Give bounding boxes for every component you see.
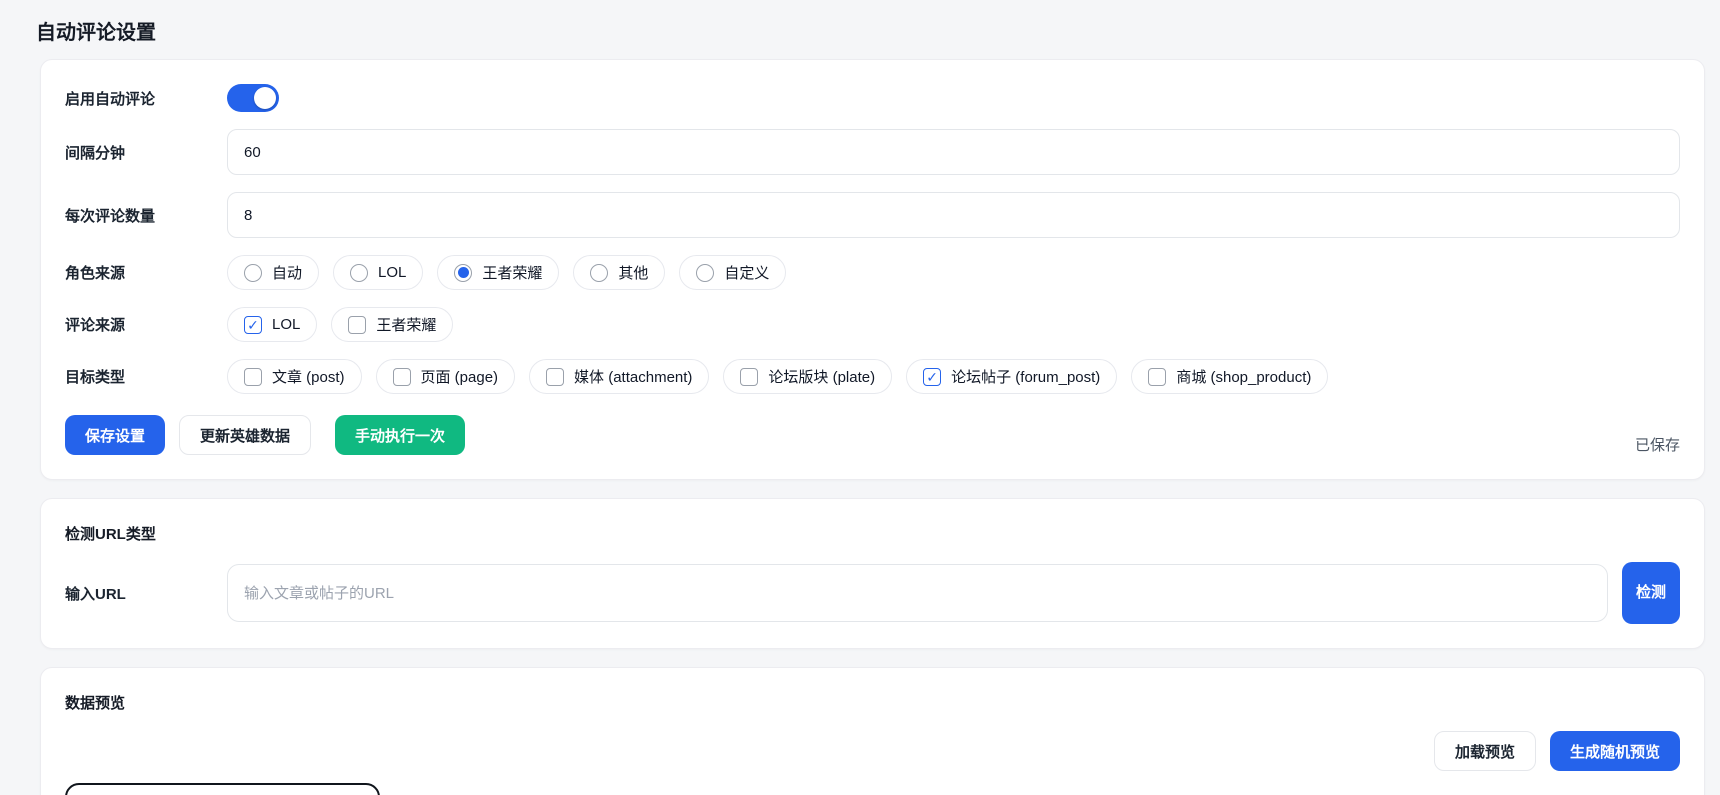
checkbox-icon	[546, 368, 564, 386]
checkbox-icon	[923, 368, 941, 386]
interval-row: 间隔分钟	[65, 129, 1680, 175]
checkbox-icon	[393, 368, 411, 386]
radio-icon	[244, 264, 262, 282]
comment-source-options: LOL 王者荣耀	[227, 307, 453, 342]
load-preview-button[interactable]: 加载预览	[1434, 731, 1536, 771]
checkbox-comment-lol[interactable]: LOL	[227, 307, 317, 342]
role-source-options: 自动 LOL 王者荣耀 其他 自定义	[227, 255, 786, 290]
page-title: 自动评论设置	[0, 0, 1720, 59]
checkbox-icon	[740, 368, 758, 386]
target-type-options: 文章 (post) 页面 (page) 媒体 (attachment) 论坛版块…	[227, 359, 1328, 394]
url-check-card: 检测URL类型 输入URL 检测	[40, 498, 1705, 649]
detect-button[interactable]: 检测	[1622, 562, 1680, 624]
radio-label: 自定义	[724, 262, 769, 283]
checkbox-label: 论坛帖子 (forum_post)	[951, 366, 1100, 387]
target-type-label: 目标类型	[65, 366, 227, 387]
comment-source-row: 评论来源 LOL 王者荣耀	[65, 307, 1680, 342]
radio-label: 自动	[272, 262, 302, 283]
radio-icon	[454, 264, 472, 282]
enable-toggle[interactable]	[227, 84, 279, 112]
checkbox-icon	[244, 316, 262, 334]
checkbox-label: 媒体 (attachment)	[574, 366, 692, 387]
checkbox-label: 文章 (post)	[272, 366, 345, 387]
radio-icon	[696, 264, 714, 282]
url-input-label: 输入URL	[65, 583, 227, 604]
comment-source-label: 评论来源	[65, 314, 227, 335]
checkbox-label: LOL	[272, 316, 300, 333]
checkbox-icon	[348, 316, 366, 334]
interval-input[interactable]	[227, 129, 1680, 175]
radio-role-wzry[interactable]: 王者荣耀	[437, 255, 559, 290]
url-input[interactable]	[227, 564, 1608, 622]
run-once-button[interactable]: 手动执行一次	[335, 415, 465, 455]
data-preview-title: 数据预览	[65, 692, 1680, 713]
checkbox-comment-wzry[interactable]: 王者荣耀	[331, 307, 453, 342]
save-settings-button[interactable]: 保存设置	[65, 415, 165, 455]
radio-label: LOL	[378, 264, 406, 281]
checkbox-target-page[interactable]: 页面 (page)	[376, 359, 516, 394]
checkbox-label: 王者荣耀	[376, 314, 436, 335]
target-type-row: 目标类型 文章 (post) 页面 (page) 媒体 (attachment)…	[65, 359, 1680, 394]
count-label: 每次评论数量	[65, 205, 227, 226]
enable-row: 启用自动评论	[65, 84, 1680, 112]
hero-stats-box: LOL英雄：172，王者英雄：128，词库：125	[65, 783, 380, 795]
radio-icon	[350, 264, 368, 282]
count-input[interactable]	[227, 192, 1680, 238]
checkbox-icon	[1148, 368, 1166, 386]
url-check-title: 检测URL类型	[65, 523, 1680, 544]
update-hero-data-button[interactable]: 更新英雄数据	[179, 415, 311, 455]
saved-status: 已保存	[1635, 434, 1680, 455]
generate-random-preview-button[interactable]: 生成随机预览	[1550, 731, 1680, 771]
preview-actions: 加载预览 生成随机预览	[65, 731, 1680, 771]
radio-role-lol[interactable]: LOL	[333, 255, 423, 290]
data-preview-card: 数据预览 加载预览 生成随机预览 LOL英雄：172，王者英雄：128，词库：1…	[40, 667, 1705, 795]
role-source-label: 角色来源	[65, 262, 227, 283]
radio-role-custom[interactable]: 自定义	[679, 255, 786, 290]
checkbox-target-attachment[interactable]: 媒体 (attachment)	[529, 359, 709, 394]
checkbox-icon	[244, 368, 262, 386]
checkbox-target-plate[interactable]: 论坛版块 (plate)	[723, 359, 892, 394]
checkbox-label: 商城 (shop_product)	[1176, 366, 1311, 387]
radio-label: 王者荣耀	[482, 262, 542, 283]
auto-comment-settings-card: 启用自动评论 间隔分钟 每次评论数量 角色来源 自动 LOL 王者荣耀	[40, 59, 1705, 480]
radio-label: 其他	[618, 262, 648, 283]
interval-label: 间隔分钟	[65, 142, 227, 163]
checkbox-label: 页面 (page)	[421, 366, 499, 387]
radio-icon	[590, 264, 608, 282]
checkbox-label: 论坛版块 (plate)	[768, 366, 875, 387]
settings-actions: 保存设置 更新英雄数据 手动执行一次 已保存	[65, 415, 1680, 455]
radio-role-other[interactable]: 其他	[573, 255, 665, 290]
checkbox-target-forum-post[interactable]: 论坛帖子 (forum_post)	[906, 359, 1117, 394]
toggle-knob-icon	[254, 87, 276, 109]
role-source-row: 角色来源 自动 LOL 王者荣耀 其他 自定义	[65, 255, 1680, 290]
checkbox-target-shop-product[interactable]: 商城 (shop_product)	[1131, 359, 1328, 394]
url-input-row: 输入URL 检测	[65, 562, 1680, 624]
radio-role-auto[interactable]: 自动	[227, 255, 319, 290]
enable-label: 启用自动评论	[65, 88, 227, 109]
checkbox-target-post[interactable]: 文章 (post)	[227, 359, 362, 394]
count-row: 每次评论数量	[65, 192, 1680, 238]
